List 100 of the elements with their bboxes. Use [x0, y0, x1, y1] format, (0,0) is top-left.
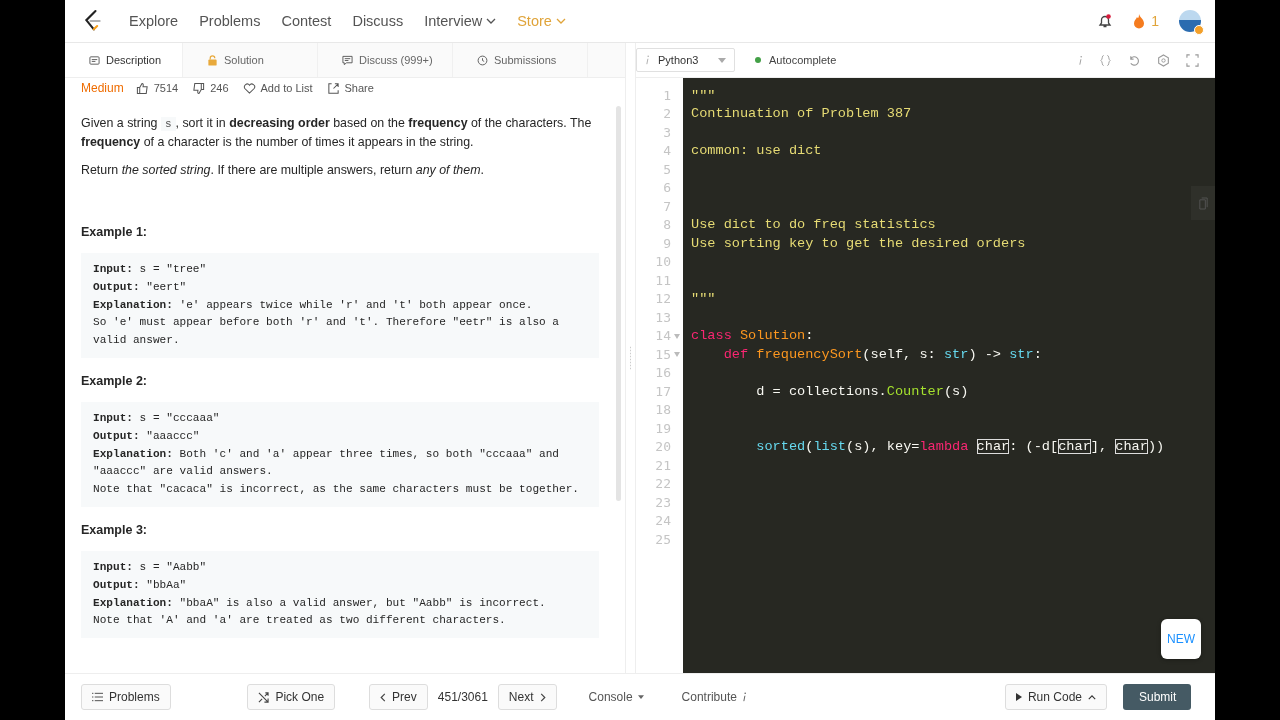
thumbs-up-icon — [135, 81, 149, 95]
line-number: 17 — [655, 383, 671, 399]
nav-link[interactable]: Explore — [129, 13, 179, 29]
flame-icon[interactable] — [1133, 13, 1146, 29]
chevron-left-icon — [380, 692, 387, 702]
line-number: 9 — [663, 235, 671, 251]
braces-icon[interactable] — [1099, 53, 1112, 67]
example-line: Input: s = "Aabb" — [93, 559, 208, 575]
chevron-down-icon — [486, 18, 497, 24]
scrollbar[interactable] — [616, 106, 621, 501]
pick-one-button[interactable]: Pick One — [247, 684, 336, 710]
line-number: 25 — [655, 531, 671, 547]
info-icon[interactable] — [1078, 54, 1083, 66]
side-panel-tab[interactable] — [1191, 186, 1215, 220]
code-line: """ — [691, 291, 716, 307]
difficulty-label: Medium — [81, 81, 124, 95]
example-line: Note that 'A' and 'a' are treated as two different characters. — [93, 613, 507, 629]
dislike-button[interactable]: 246 — [192, 81, 229, 95]
code-line: common: use dict — [691, 143, 822, 159]
example-line: Output: "bbAa" — [93, 577, 188, 593]
run-code-button[interactable]: Run Code — [1004, 684, 1107, 710]
heart-icon — [242, 81, 256, 95]
prev-button[interactable]: Prev — [369, 684, 428, 710]
line-number: 7 — [663, 198, 671, 214]
tab[interactable]: Discuss (999+) — [318, 43, 453, 77]
lock-icon — [207, 54, 218, 66]
problems-button[interactable]: Problems — [81, 684, 171, 710]
example-line: Input: s = "cccaaa" — [93, 411, 221, 426]
shuffle-icon — [258, 691, 270, 703]
line-number: 1 — [663, 87, 671, 103]
tab[interactable]: Description — [65, 43, 183, 77]
fold-caret-icon[interactable] — [674, 352, 680, 357]
language-select[interactable]: Python3 — [636, 48, 735, 72]
document-icon — [89, 54, 100, 66]
share-icon — [326, 81, 340, 95]
tab[interactable]: Submissions — [453, 43, 588, 77]
nav-dropdown[interactable]: Interview — [424, 13, 497, 29]
streak-count: 1 — [1151, 13, 1159, 29]
settings-icon[interactable] — [1157, 53, 1170, 67]
nav-link[interactable]: Discuss — [352, 13, 404, 29]
avatar[interactable] — [1179, 10, 1201, 32]
autocomplete-toggle[interactable]: Autocomplete — [749, 53, 843, 67]
problem-position: 451/3061 — [437, 690, 488, 704]
info-icon — [645, 55, 650, 65]
code-line: d = collections.Counter(s) — [755, 383, 969, 399]
line-number: 15 — [655, 346, 671, 362]
nav-link[interactable]: Problems — [199, 13, 261, 29]
example-line: Explanation: "bbaA" is also a valid answer, but "Aabb" is incorrect. — [93, 595, 547, 611]
line-number: 10 — [655, 254, 671, 270]
example-line: So 'e' must appear before both 'r' and 't'. Therefore "eetr" is also a — [93, 315, 560, 331]
fold-caret-icon[interactable] — [674, 333, 680, 339]
like-button[interactable]: 7514 — [135, 81, 179, 95]
example-line: Explanation: Both 'c' and 'a' appear three times, so both "cccaaa" and — [93, 446, 561, 462]
submit-button[interactable]: Submit — [1123, 684, 1191, 710]
code-line: Use sorting key to get the desired orders — [691, 235, 1026, 251]
code-line: def frequencySort(self, s: str) -> str: — [722, 346, 1042, 362]
example-heading: Example 3: — [81, 521, 148, 539]
example-line: Output: "aaaccc" — [93, 428, 201, 444]
tab[interactable]: Solution — [183, 43, 318, 77]
example-line: Explanation: 'e' appears twice while 'r' and 't' both appear once. — [93, 297, 534, 313]
thumbs-down-icon — [192, 81, 206, 95]
fullscreen-icon[interactable] — [1186, 53, 1199, 67]
info-icon — [741, 692, 747, 702]
add-to-list-button[interactable]: Add to List — [242, 81, 313, 95]
contribute-button[interactable]: Contribute — [675, 689, 753, 705]
nav-link[interactable]: Contest — [281, 13, 332, 29]
line-number: 19 — [655, 420, 671, 436]
example-heading: Example 1: — [81, 224, 148, 241]
share-button[interactable]: Share — [326, 81, 374, 95]
next-button[interactable]: Next — [497, 684, 557, 710]
problem-paragraph: Given a string s , sort it in decreasing order based on the frequency of the characters. The frequency of a character is the number of times it appears in the string. — [81, 115, 593, 151]
line-number: 5 — [663, 161, 671, 177]
example-line: Note that "cacaca" is incorrect, as the same characters must be together. — [93, 482, 580, 498]
line-number: 20 — [655, 439, 671, 455]
line-number: 2 — [663, 106, 671, 122]
line-number: 6 — [663, 180, 671, 196]
caret-down-icon — [718, 57, 726, 63]
code-line: Continuation of Problem 387 — [691, 106, 912, 122]
chevron-up-icon — [1088, 694, 1096, 700]
example-line: Input: s = "tree" — [93, 262, 208, 277]
line-number: 18 — [655, 402, 671, 418]
console-button[interactable]: Console — [582, 689, 650, 705]
example-heading: Example 2: — [81, 373, 148, 390]
line-number: 13 — [655, 309, 671, 325]
chevron-down-icon — [555, 18, 566, 24]
play-icon — [1015, 693, 1022, 701]
line-number: 16 — [655, 365, 671, 381]
example-line: valid answer. — [93, 333, 181, 349]
line-number: 21 — [655, 457, 671, 473]
bell-icon[interactable] — [1097, 13, 1114, 29]
reset-icon[interactable] — [1128, 53, 1141, 67]
chevron-right-icon — [539, 692, 546, 702]
line-number: 11 — [655, 272, 671, 288]
line-number: 24 — [655, 513, 671, 529]
logo-icon[interactable] — [83, 9, 103, 33]
chat-icon — [342, 54, 353, 66]
code-line: """ — [691, 87, 716, 103]
caret-down-icon — [637, 695, 644, 699]
clock-icon — [477, 54, 488, 66]
copy-icon — [1197, 196, 1209, 210]
